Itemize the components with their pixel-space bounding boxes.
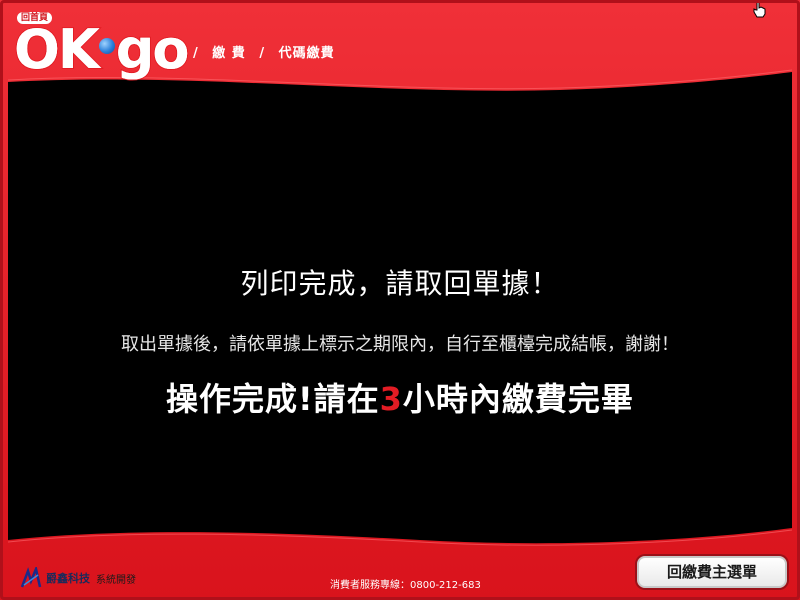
breadcrumb-item-code-payment: 代碼繳費 xyxy=(278,46,335,61)
customer-service-hotline: 消費者服務專線：0800-212-683 xyxy=(330,580,481,591)
header: 回首頁 OK go / 繳 費 / 代碼繳費 xyxy=(0,0,800,90)
footer-company-logo: 爵鑫科技 系統開發 xyxy=(20,566,136,590)
back-to-payment-menu-button[interactable]: 回繳費主選單 xyxy=(637,556,787,588)
alert-suffix: 小時內繳費完畢 xyxy=(402,380,634,418)
kiosk-screen: 回首頁 OK go / 繳 費 / 代碼繳費 列印完成，請取回單據！ 取出單據後… xyxy=(0,0,800,600)
breadcrumb: / 繳 費 / 代碼繳費 xyxy=(193,42,343,61)
breadcrumb-separator: / xyxy=(193,46,199,61)
alert-hours-number: 3 xyxy=(379,380,403,418)
globe-dot-icon xyxy=(98,38,115,54)
hand-cursor-icon xyxy=(753,0,766,18)
receipt-instruction-text: 取出單據後，請依單據上標示之期限內，自行至櫃檯完成結帳，謝謝！ xyxy=(121,334,679,355)
footer-company-name: 爵鑫科技 xyxy=(46,572,90,585)
okgo-logo[interactable]: OK go xyxy=(13,18,191,81)
payment-deadline-alert: 操作完成!請在3小時內繳費完畢 xyxy=(0,378,800,420)
logo-text-right: go xyxy=(115,18,191,81)
breadcrumb-separator: / xyxy=(259,46,266,61)
company-logo-icon xyxy=(20,567,42,588)
print-complete-title: 列印完成，請取回單據！ xyxy=(240,267,560,300)
alert-prefix: 操作完成!請在 xyxy=(166,380,380,418)
footer-developer-label: 系統開發 xyxy=(96,574,136,586)
breadcrumb-item-payment: 繳 費 xyxy=(212,46,246,61)
logo-text-left: OK xyxy=(13,18,101,81)
